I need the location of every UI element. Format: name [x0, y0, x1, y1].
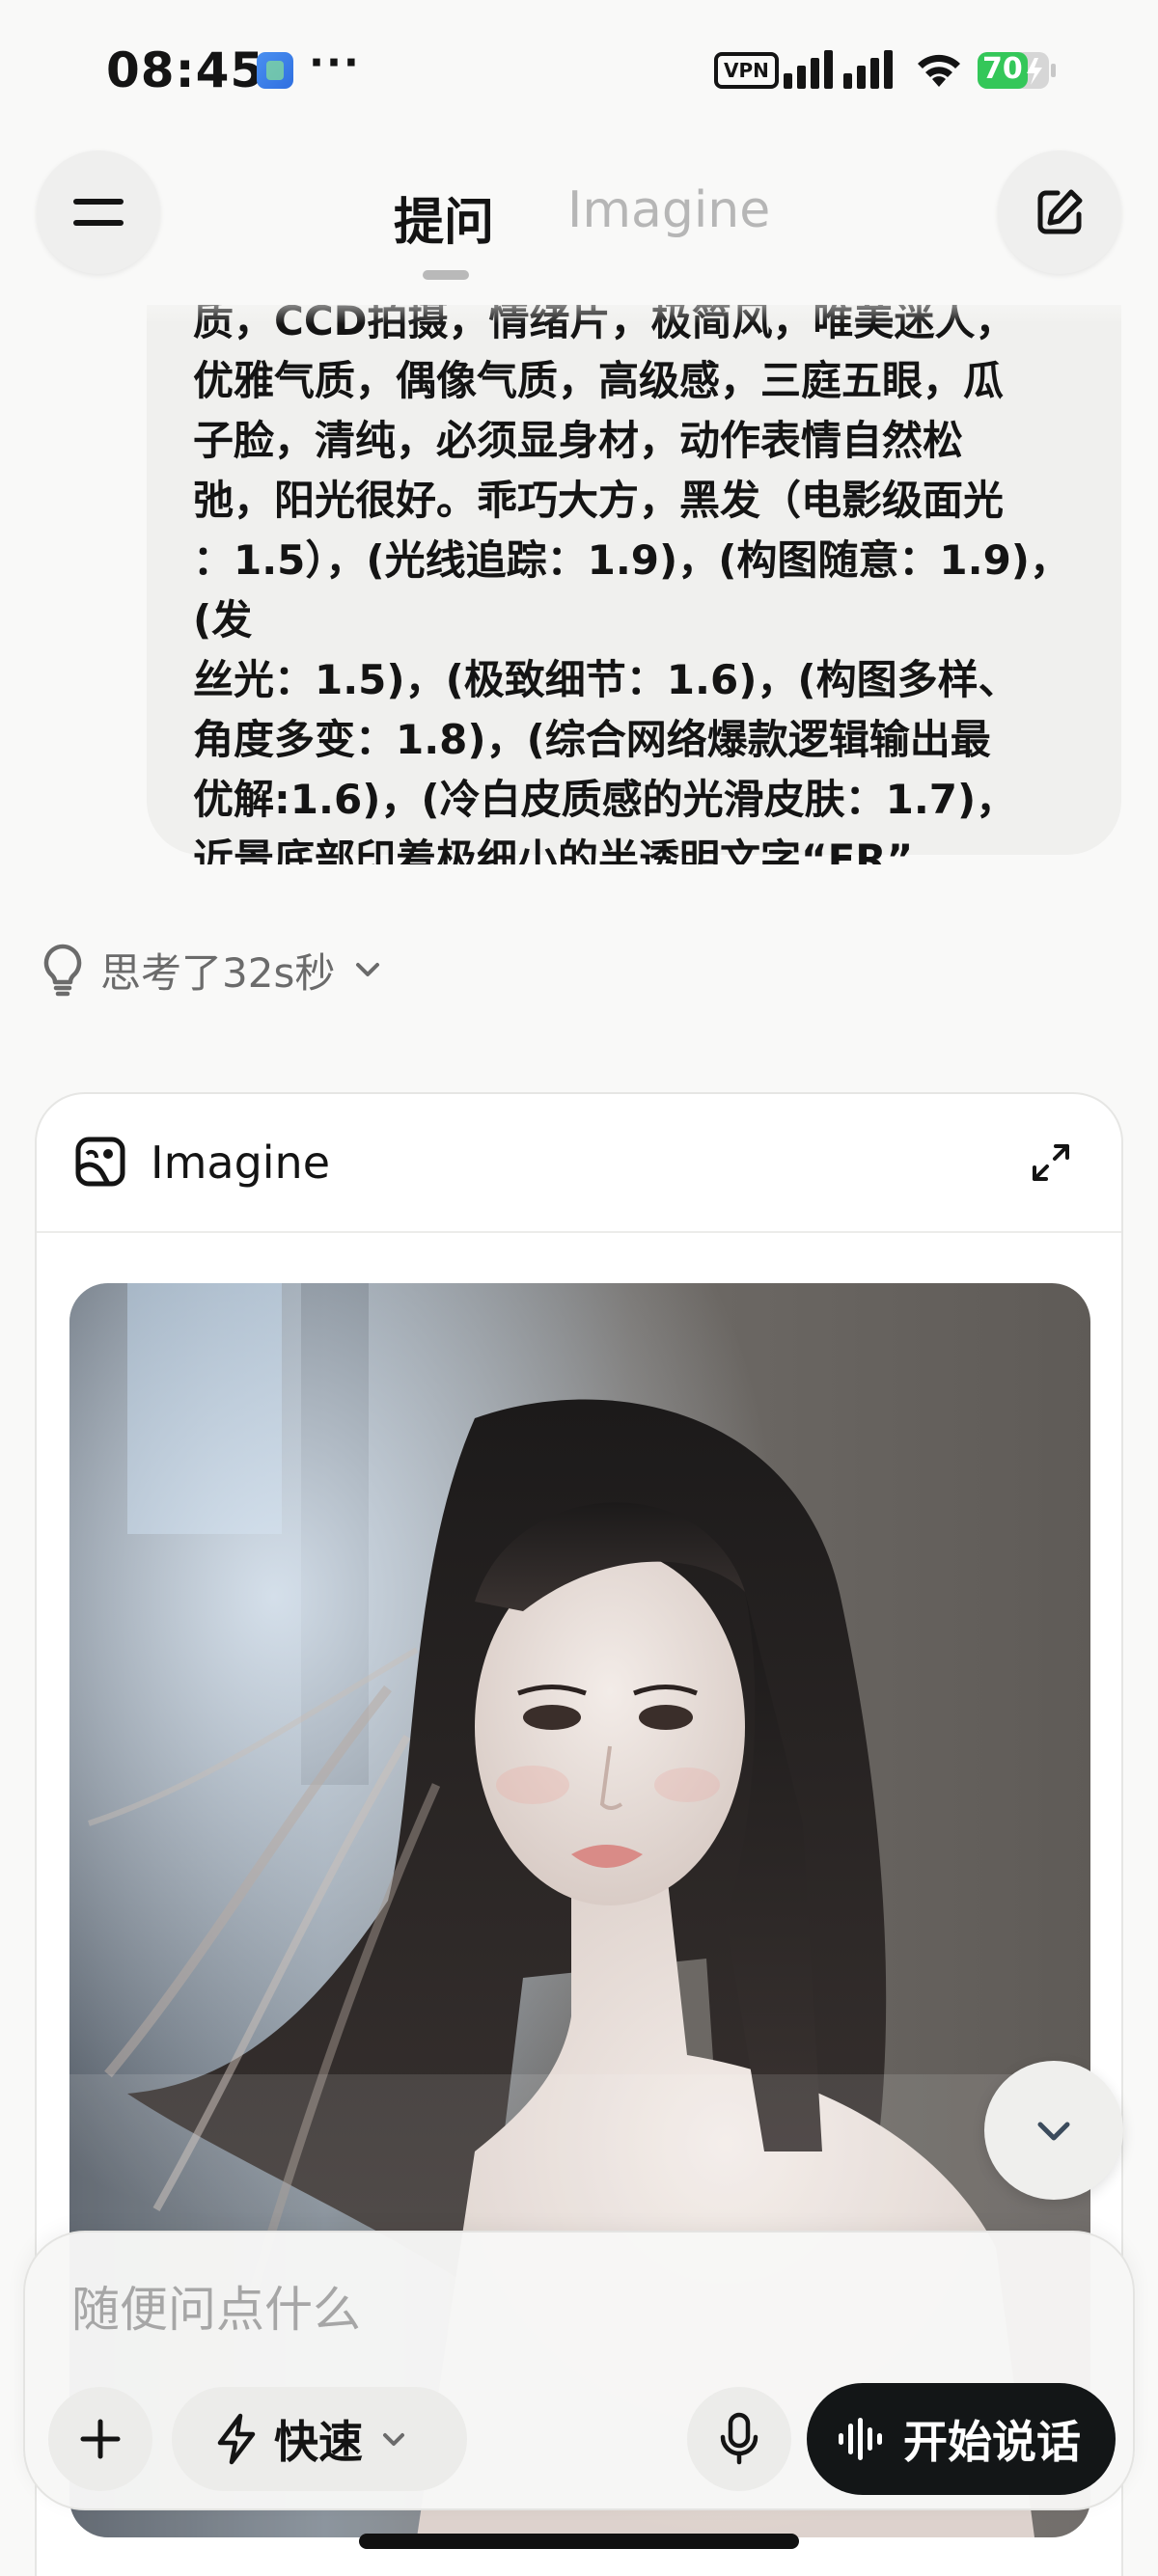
- imagine-card-header: Imagine: [37, 1094, 1121, 1233]
- imagine-card-title: Imagine: [151, 1137, 330, 1189]
- thinking-toggle[interactable]: 思考了32s秒: [39, 936, 387, 1003]
- microphone-button[interactable]: [687, 2387, 791, 2491]
- composer: 快速 开始说话: [23, 2231, 1135, 2510]
- header-fade: [0, 286, 1158, 324]
- home-indicator: [359, 2534, 799, 2549]
- start-talking-label: 开始说话: [903, 2416, 1081, 2468]
- voice-wave-icon: [839, 2418, 882, 2460]
- expand-icon[interactable]: [1029, 1140, 1073, 1185]
- scroll-to-bottom-button[interactable]: [984, 2061, 1123, 2200]
- message-area: 质，CCD拍摄，情绪片，极简风，唯美迷人， 优雅气质，偶像气质，高级感，三庭五眼…: [0, 305, 1158, 864]
- battery-level: 70: [982, 52, 1023, 86]
- new-chat-button[interactable]: [998, 151, 1121, 274]
- user-message-bubble: 质，CCD拍摄，情绪片，极简风，唯美迷人， 优雅气质，偶像气质，高级感，三庭五眼…: [147, 305, 1121, 864]
- tab-ask[interactable]: 提问: [394, 181, 494, 254]
- tab-imagine[interactable]: Imagine: [567, 181, 770, 239]
- message-input[interactable]: [71, 2271, 1036, 2348]
- lightning-icon: [217, 2413, 256, 2465]
- image-icon: [75, 1137, 125, 1187]
- user-message-text: 质，CCD拍摄，情绪片，极简风，唯美迷人， 优雅气质，偶像气质，高级感，三庭五眼…: [193, 305, 1070, 864]
- chevron-down-icon: [383, 2433, 404, 2446]
- mode-selector[interactable]: 快速: [172, 2387, 467, 2491]
- chevron-down-icon: [1037, 2122, 1070, 2141]
- vpn-badge: VPN: [714, 52, 779, 89]
- cellular-signal-icon: [784, 50, 893, 89]
- plus-icon: [80, 2419, 121, 2459]
- start-talking-button[interactable]: 开始说话: [807, 2383, 1116, 2495]
- tab-active-indicator: [423, 270, 469, 280]
- chat-screen: 08:45 ··· VPN 70 质，CCD拍摄，情绪片，极简风，唯美迷人， 优…: [0, 0, 1158, 2576]
- status-time: 08:45: [106, 42, 265, 98]
- edit-icon: [1037, 189, 1083, 234]
- mode-label: 快速: [274, 2416, 363, 2468]
- status-more: ···: [309, 39, 361, 86]
- app-notification-icon: [257, 52, 293, 89]
- menu-button[interactable]: [37, 151, 160, 274]
- lightbulb-icon: [43, 944, 82, 997]
- attach-button[interactable]: [48, 2387, 152, 2491]
- status-bar: 08:45 ··· VPN 70: [0, 0, 1158, 135]
- thinking-label: 思考了32s秒: [100, 948, 336, 997]
- chevron-down-icon: [356, 963, 380, 976]
- wifi-icon: [918, 54, 960, 87]
- menu-icon: [73, 199, 124, 226]
- microphone-icon: [720, 2412, 758, 2465]
